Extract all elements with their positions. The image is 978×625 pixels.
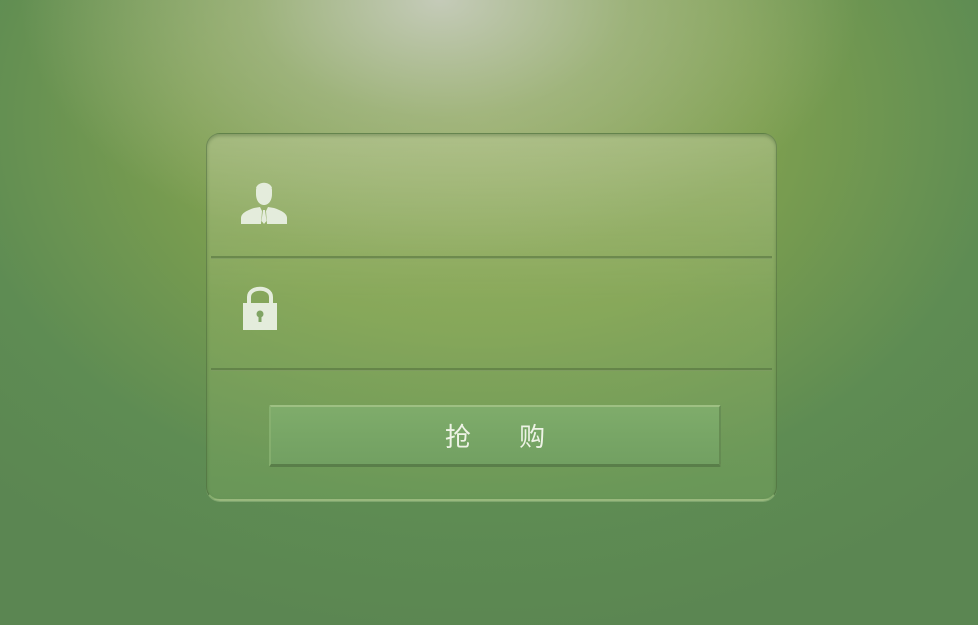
buy-button[interactable]: 抢 购 <box>269 405 721 467</box>
username-input[interactable] <box>311 188 752 226</box>
password-input[interactable] <box>307 292 756 330</box>
divider <box>211 368 772 371</box>
username-row <box>211 138 772 258</box>
login-panel: 抢 购 <box>206 133 777 501</box>
user-icon <box>241 182 287 224</box>
lock-icon <box>243 286 277 330</box>
